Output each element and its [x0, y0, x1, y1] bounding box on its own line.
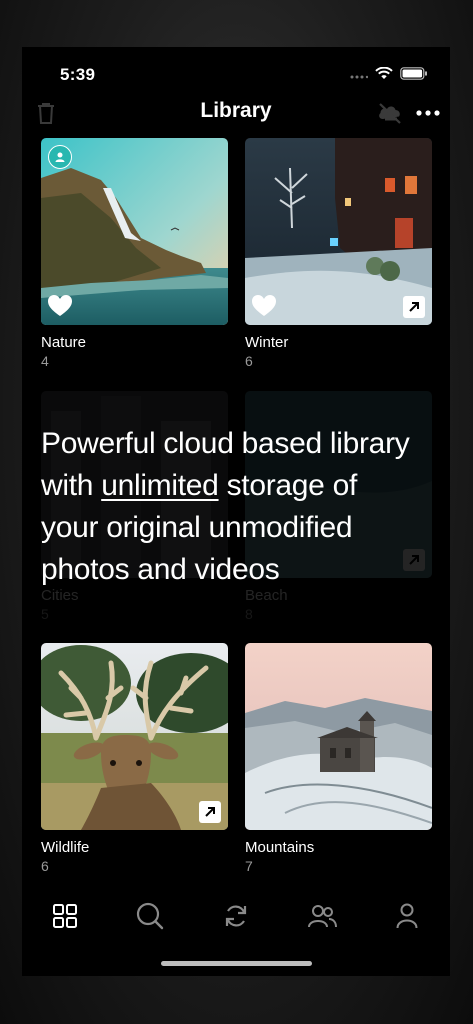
- shared-link-badge: [403, 296, 425, 318]
- promo-line-1: Powerful cloud based library: [41, 427, 410, 460]
- cloud-toggle-button[interactable]: [376, 99, 404, 127]
- arrow-up-right-icon: [205, 807, 215, 817]
- tab-library[interactable]: [50, 901, 80, 931]
- album-name: Wildlife: [41, 839, 90, 856]
- battery-icon: [400, 67, 427, 80]
- album-count: 7: [245, 858, 253, 874]
- album-thumbnail[interactable]: [41, 138, 228, 325]
- shared-user-badge: [48, 145, 72, 169]
- wifi-icon: [375, 67, 393, 79]
- album-card-mountains[interactable]: Mountains 7: [245, 643, 432, 874]
- promo-line-4: photos and videos: [41, 553, 280, 586]
- person-icon: [396, 903, 418, 929]
- status-time: 5:39: [60, 65, 96, 84]
- album-card-nature[interactable]: Nature 4: [41, 138, 228, 369]
- search-icon: [136, 902, 164, 930]
- nav-bar: Library: [22, 97, 450, 129]
- shared-link-badge: [199, 801, 221, 823]
- signal-icon: [350, 75, 368, 78]
- sync-icon: [225, 905, 247, 927]
- user-icon: [55, 152, 65, 162]
- promo-after: storage of: [218, 469, 358, 502]
- album-name: Mountains: [245, 839, 315, 856]
- phone-screen: 5:39 Library Nature 4 Winter 6 Cities 5 …: [22, 47, 450, 976]
- album-name: Winter: [245, 334, 289, 351]
- tab-search[interactable]: [135, 901, 165, 931]
- heart-icon[interactable]: [251, 294, 277, 318]
- album-thumbnail[interactable]: [41, 643, 228, 830]
- heart-icon[interactable]: [47, 294, 73, 318]
- people-icon: [308, 905, 337, 928]
- album-count: 8: [245, 606, 253, 622]
- promo-line-2: with unlimited storage of: [41, 465, 441, 507]
- tab-sync[interactable]: [221, 901, 251, 931]
- grid-icon: [53, 904, 77, 928]
- album-card-winter[interactable]: Winter 6: [245, 138, 432, 369]
- promo-with: with: [41, 469, 102, 502]
- album-count: 5: [41, 606, 49, 622]
- promo-emphasis: unlimited: [101, 469, 219, 502]
- home-indicator[interactable]: [161, 961, 312, 966]
- tab-account[interactable]: [392, 901, 422, 931]
- arrow-up-right-icon: [409, 302, 419, 312]
- album-name: Nature: [41, 334, 87, 351]
- tab-bar: [22, 897, 450, 937]
- album-count: 4: [41, 353, 49, 369]
- mountains-photo: [245, 643, 432, 830]
- tab-shared[interactable]: [307, 901, 337, 931]
- album-card-wildlife[interactable]: Wildlife 6: [41, 643, 228, 874]
- promo-line-3: your original unmodified: [41, 511, 353, 544]
- status-icons: [350, 67, 428, 80]
- album-count: 6: [41, 858, 49, 874]
- more-button[interactable]: [414, 99, 442, 127]
- album-thumbnail[interactable]: [245, 643, 432, 830]
- more-icon: [416, 110, 440, 116]
- promo-headline: Powerful cloud based library with unlimi…: [41, 423, 441, 591]
- album-thumbnail[interactable]: [245, 138, 432, 325]
- album-count: 6: [245, 353, 253, 369]
- cloud-off-icon: [379, 103, 401, 124]
